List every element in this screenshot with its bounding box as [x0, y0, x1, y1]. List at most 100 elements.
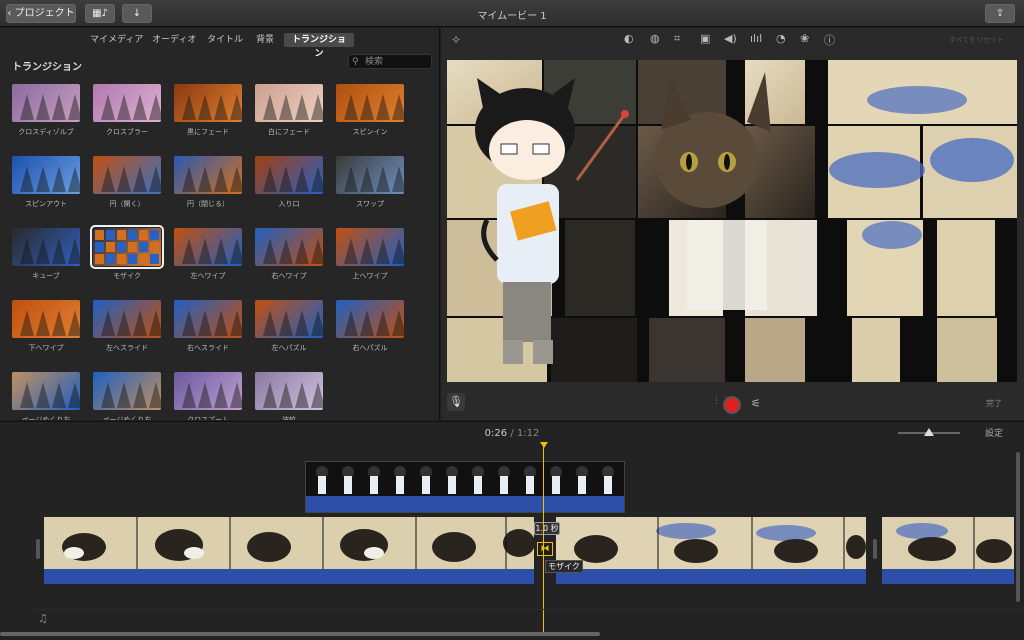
clip-trim-handle-left[interactable] [36, 539, 40, 559]
video-clip-3[interactable] [882, 517, 1014, 569]
transition-thumbnail[interactable] [174, 84, 242, 122]
transition-item[interactable]: 右へワイプ [244, 228, 334, 294]
video-clip-2[interactable] [556, 517, 866, 569]
clip-filter-icon[interactable]: ❀ [800, 32, 809, 45]
search-input[interactable]: ⚲ 検索 [348, 54, 432, 69]
transition-item[interactable]: 左へパズル [244, 300, 334, 366]
transition-thumbnail[interactable] [12, 372, 80, 410]
overlay-clip[interactable] [305, 461, 625, 513]
transition-item[interactable]: ページめくり右 [82, 372, 172, 420]
voiceover-options-icon[interactable]: ⚟ [751, 397, 761, 410]
transition-item[interactable]: 円（閉じる） [163, 156, 253, 222]
mosaic-tile [95, 242, 104, 252]
transition-thumbnail[interactable] [336, 228, 404, 266]
transition-item[interactable]: クロスブラー [82, 84, 172, 150]
transition-item[interactable]: スワップ [325, 156, 415, 222]
transition-item[interactable]: 上へワイプ [325, 228, 415, 294]
playhead-head[interactable] [540, 442, 548, 448]
transition-item[interactable]: 左へスライド [82, 300, 172, 366]
transition-item[interactable]: 左へワイプ [163, 228, 253, 294]
speed-icon[interactable]: ◔ [776, 32, 786, 45]
color-correction-icon[interactable]: ◍ [650, 32, 660, 45]
crop-icon[interactable]: ⌗ [674, 32, 680, 46]
transition-thumbnail[interactable] [255, 300, 323, 338]
transition-item[interactable]: 円（開く） [82, 156, 172, 222]
transition-thumbnail[interactable] [93, 84, 161, 122]
transition-thumbnail[interactable] [174, 156, 242, 194]
transition-thumbnail[interactable] [93, 300, 161, 338]
zoom-slider[interactable] [898, 428, 960, 436]
character-body [500, 476, 508, 494]
transition-item[interactable]: 入り口 [244, 156, 334, 222]
transition-thumbnail[interactable] [336, 300, 404, 338]
tab-audio[interactable]: オーディオ [148, 33, 200, 47]
transition-thumbnail[interactable] [336, 156, 404, 194]
transition-item[interactable]: 下へワイプ [1, 300, 91, 366]
tree-shape [295, 166, 309, 192]
transition-item[interactable]: モザイク [82, 225, 172, 294]
transition-thumbnail[interactable] [12, 156, 80, 194]
tree-shape [311, 166, 323, 192]
tab-transitions[interactable]: トランジション [284, 33, 354, 59]
stabilization-icon[interactable]: ▣ [700, 32, 710, 45]
transition-thumbnail[interactable] [174, 300, 242, 338]
tree-shape [182, 310, 196, 336]
transition-thumbnail[interactable] [12, 228, 80, 266]
transition-thumbnail[interactable] [174, 372, 242, 410]
transition-item[interactable]: 白にフェード [244, 84, 334, 150]
transition-thumbnail[interactable] [93, 156, 161, 194]
record-button[interactable] [723, 396, 741, 414]
magic-wand-icon[interactable]: ✧ [451, 33, 461, 47]
overlay-clip-frames [306, 462, 624, 496]
tab-my-media[interactable]: マイメディア [86, 33, 147, 47]
tab-titles[interactable]: タイトル [203, 33, 247, 47]
transition-item[interactable]: スピンアウト [1, 156, 91, 222]
tree-shape [117, 310, 131, 336]
transition-thumbnail[interactable] [255, 84, 323, 122]
reset-all-button[interactable]: すべてをリセット [949, 35, 1004, 45]
tree-shape [101, 382, 115, 408]
voiceover-mic-button[interactable]: 🎙 [447, 393, 465, 411]
transition-thumbnail[interactable] [255, 372, 323, 410]
volume-icon[interactable]: ◀) [724, 32, 737, 45]
transition-item[interactable]: 右へパズル [325, 300, 415, 366]
clip-trim-handle-right[interactable] [873, 539, 877, 559]
transition-item[interactable]: スピンイン [325, 84, 415, 150]
transition-item[interactable]: 黒にフェード [163, 84, 253, 150]
tab-backgrounds[interactable]: 背景 [252, 33, 278, 47]
transition-item[interactable]: ページめくり左 [1, 372, 91, 420]
noise-reduction-icon[interactable]: ılıl [750, 32, 762, 45]
video-clip-1[interactable] [44, 517, 534, 569]
zoom-slider-knob[interactable] [924, 428, 934, 436]
transition-thumbnail[interactable] [336, 84, 404, 122]
transition-item[interactable]: クロスズーム [163, 372, 253, 420]
transition-thumbnail[interactable] [255, 156, 323, 194]
transition-thumbnail[interactable] [174, 228, 242, 266]
timeline-vertical-scrollbar[interactable] [1016, 452, 1020, 602]
settings-button[interactable]: 設定 [985, 426, 1003, 439]
tree-shape [263, 382, 277, 408]
transition-item[interactable]: クロスディゾルブ [1, 84, 91, 150]
transition-item[interactable]: キューブ [1, 228, 91, 294]
music-track[interactable]: ♫ [30, 609, 1024, 629]
color-balance-icon[interactable]: ◐ [624, 32, 634, 45]
thumbnail-image [101, 382, 161, 408]
transition-thumbnail[interactable] [255, 228, 323, 266]
info-icon[interactable]: ⓘ [824, 32, 835, 48]
transition-thumbnail[interactable] [93, 372, 161, 410]
done-button[interactable]: 完了 [986, 398, 1002, 409]
transition-thumbnail[interactable] [90, 225, 164, 269]
playhead[interactable] [543, 442, 544, 632]
tree-shape [392, 310, 404, 336]
transition-item[interactable]: 波紋 [244, 372, 334, 420]
tree-shape [36, 382, 50, 408]
transition-item[interactable]: 右へスライド [163, 300, 253, 366]
transition-icon[interactable]: ⧓ [537, 542, 553, 556]
timeline-horizontal-scrollbar[interactable] [0, 632, 600, 636]
transition-label: 黒にフェード [187, 128, 229, 136]
mosaic-preview-image [447, 60, 1017, 382]
transition-thumbnail[interactable] [12, 84, 80, 122]
share-button[interactable]: ⇪ [985, 4, 1015, 23]
transition-thumbnail[interactable] [12, 300, 80, 338]
tree-shape [182, 94, 196, 120]
